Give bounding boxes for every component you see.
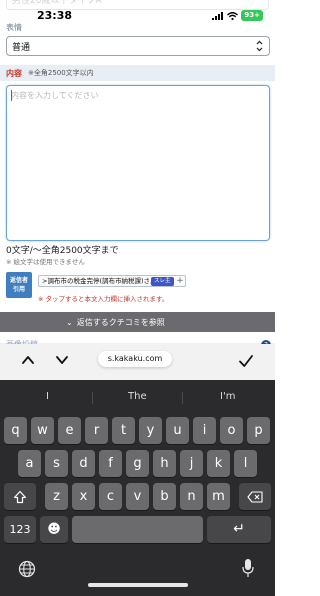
key-i[interactable]: i bbox=[193, 417, 216, 444]
home-indicator bbox=[88, 583, 188, 587]
quote-button-line2: 引用 bbox=[12, 286, 25, 293]
content-note: ※全角2500文字以内 bbox=[28, 69, 94, 77]
key-k[interactable]: k bbox=[207, 450, 230, 477]
key-w[interactable]: w bbox=[31, 417, 54, 444]
reference-reply-label: 返信するクチコミを参照 bbox=[76, 317, 165, 327]
return-key[interactable]: ↵ bbox=[207, 516, 271, 543]
key-z[interactable]: z bbox=[45, 483, 68, 510]
shift-icon bbox=[13, 490, 27, 503]
checkmark-icon[interactable] bbox=[238, 353, 254, 369]
key-y[interactable]: y bbox=[139, 417, 162, 444]
key-n[interactable]: n bbox=[180, 483, 203, 510]
key-x[interactable]: x bbox=[72, 483, 95, 510]
expression-select-value: 普通 bbox=[12, 42, 31, 53]
key-v[interactable]: v bbox=[126, 483, 149, 510]
key-d[interactable]: d bbox=[72, 450, 95, 477]
status-time: 23:38 bbox=[37, 9, 73, 22]
quote-hint: ※ タップすると本文入力欄に挿入されます。 bbox=[38, 295, 169, 303]
quote-add-button[interactable]: + bbox=[175, 276, 185, 286]
content-header: 内容 ※全角2500文字以内 bbox=[0, 65, 275, 81]
up-down-chevron-icon bbox=[256, 40, 263, 52]
expression-select[interactable]: 普通 bbox=[6, 36, 270, 56]
key-r[interactable]: r bbox=[85, 417, 108, 444]
quote-reply-button[interactable]: 返信者 引用 bbox=[6, 272, 32, 298]
reference-reply-bar[interactable]: ⌄ 返信するクチコミを参照 bbox=[0, 312, 275, 332]
suggestion-divider bbox=[182, 392, 183, 404]
backspace-icon bbox=[247, 490, 263, 503]
chevron-up-icon[interactable] bbox=[21, 353, 35, 367]
shift-key[interactable] bbox=[4, 483, 36, 510]
keyboard-bottom-row bbox=[0, 546, 275, 596]
status-icons: 93+ bbox=[212, 10, 263, 21]
suggestion-divider bbox=[92, 392, 93, 404]
suggestion-3[interactable]: I'm bbox=[220, 391, 235, 402]
key-p[interactable]: p bbox=[247, 417, 270, 444]
key-o[interactable]: o bbox=[220, 417, 243, 444]
key-u[interactable]: u bbox=[166, 417, 189, 444]
key-q[interactable]: q bbox=[4, 417, 27, 444]
chevron-down-icon[interactable] bbox=[55, 353, 69, 367]
quote-button-line1: 返信者 bbox=[9, 277, 28, 284]
content-label: 内容 bbox=[6, 68, 22, 78]
thread-owner-tag: スレ主 bbox=[151, 277, 174, 286]
double-chevron-down-icon: ⌄ bbox=[66, 317, 73, 327]
key-l[interactable]: l bbox=[234, 450, 257, 477]
url-pill[interactable]: s.kakaku.com bbox=[98, 351, 172, 367]
expression-label: 表情 bbox=[6, 23, 22, 32]
space-key[interactable] bbox=[72, 516, 203, 543]
wifi-icon bbox=[227, 11, 239, 20]
key-b[interactable]: b bbox=[153, 483, 176, 510]
key-h[interactable]: h bbox=[153, 450, 176, 477]
signal-icon bbox=[212, 11, 224, 20]
key-t[interactable]: t bbox=[112, 417, 135, 444]
char-count: 0文字/～全角2500文字まで bbox=[6, 246, 119, 256]
globe-icon[interactable] bbox=[18, 560, 36, 578]
key-a[interactable]: a bbox=[18, 450, 41, 477]
key-s[interactable]: s bbox=[45, 450, 68, 477]
emoji-key[interactable]: ☻ bbox=[40, 516, 68, 543]
key-m[interactable]: m bbox=[207, 483, 230, 510]
key-e[interactable]: e bbox=[58, 417, 81, 444]
key-g[interactable]: g bbox=[126, 450, 149, 477]
microphone-icon[interactable] bbox=[242, 558, 254, 578]
key-j[interactable]: j bbox=[180, 450, 203, 477]
suggestion-1[interactable]: I bbox=[46, 391, 49, 402]
battery-indicator: 93+ bbox=[241, 10, 263, 21]
content-placeholder: 内容を入力してください bbox=[11, 91, 99, 100]
suggestion-bar: I The I'm bbox=[0, 386, 275, 408]
key-c[interactable]: c bbox=[99, 483, 122, 510]
delete-key[interactable] bbox=[239, 483, 271, 510]
status-bar: 23:38 93+ bbox=[0, 0, 275, 22]
content-textarea[interactable]: 内容を入力してください bbox=[6, 85, 270, 241]
numbers-key[interactable]: 123 bbox=[4, 516, 36, 543]
emoji-note: ※ 絵文字は使用できません bbox=[6, 258, 85, 266]
text-caret bbox=[11, 90, 12, 101]
key-f[interactable]: f bbox=[99, 450, 122, 477]
suggestion-2[interactable]: The bbox=[128, 391, 147, 402]
